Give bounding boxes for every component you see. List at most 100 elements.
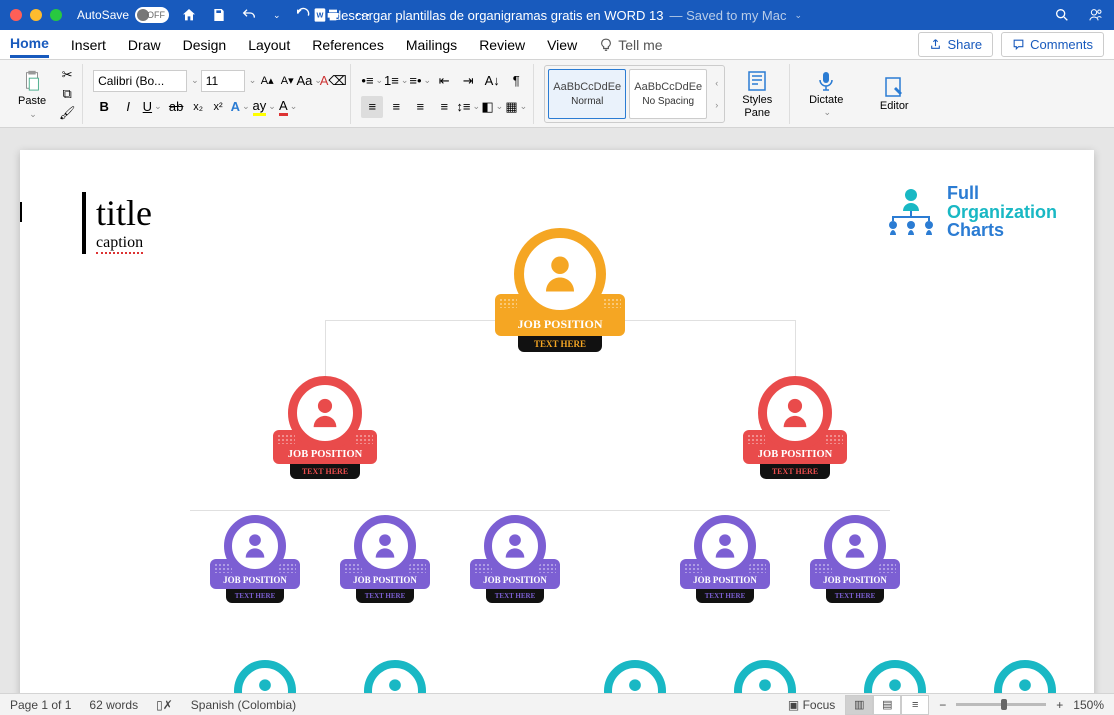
font-size-select[interactable] [201, 70, 245, 92]
decrease-indent-button[interactable]: ⇤ [433, 70, 455, 92]
zoom-slider[interactable] [956, 703, 1046, 706]
font-group: ⌄ ⌄ A▴ A▾ Aa⌄ A⌫ B I U⌄ ab x₂ x² A⌄ ay⌄ … [87, 64, 351, 124]
editor-button[interactable]: Editor [868, 65, 920, 123]
title-block[interactable]: title caption [82, 192, 152, 254]
org-node-l4[interactable] [980, 660, 1070, 693]
italic-button[interactable]: I [117, 96, 139, 118]
search-icon[interactable] [1054, 7, 1070, 23]
borders-button[interactable]: ▦⌄ [505, 96, 527, 118]
document-title[interactable]: W descargar plantillas de organigramas g… [312, 7, 802, 23]
show-marks-button[interactable]: ¶ [505, 70, 527, 92]
subscript-button[interactable]: x₂ [189, 98, 207, 116]
tab-view[interactable]: View [547, 33, 577, 57]
superscript-button[interactable]: x² [209, 98, 227, 116]
decrease-font-button[interactable]: A▾ [278, 72, 296, 90]
tab-design[interactable]: Design [183, 33, 227, 57]
doc-caption-text[interactable]: caption [96, 234, 143, 254]
focus-mode-button[interactable]: ▣ Focus [788, 698, 835, 712]
undo-dropdown-icon[interactable]: ⌄ [273, 10, 281, 21]
tab-references[interactable]: References [312, 33, 384, 57]
dictate-button[interactable]: Dictate ⌄ [800, 65, 852, 123]
zoom-level[interactable]: 150% [1073, 698, 1104, 712]
bold-button[interactable]: B [93, 96, 115, 118]
minimize-window-button[interactable] [30, 9, 42, 21]
zoom-out-button[interactable]: − [939, 698, 946, 712]
underline-button[interactable]: U⌄ [141, 96, 163, 118]
align-left-button[interactable]: ≡ [361, 96, 383, 118]
increase-indent-button[interactable]: ⇥ [457, 70, 479, 92]
comments-button[interactable]: Comments [1001, 32, 1104, 57]
outline-view-button[interactable]: ≡ [901, 695, 929, 715]
style-no-spacing[interactable]: AaBbCcDdEe No Spacing [629, 69, 707, 119]
sort-button[interactable]: A↓ [481, 70, 503, 92]
undo-icon[interactable] [241, 7, 257, 23]
org-node-l4[interactable] [850, 660, 940, 693]
web-layout-view-button[interactable]: ▤ [873, 695, 901, 715]
org-node-l3[interactable]: JOB POSITION TEXT HERE [810, 515, 900, 603]
org-node-l4[interactable] [350, 660, 440, 693]
shading-button[interactable]: ◧⌄ [481, 96, 503, 118]
format-painter-button[interactable]: 🖌 [58, 105, 76, 121]
style-normal[interactable]: AaBbCcDdEe Normal [548, 69, 626, 119]
org-node-top[interactable]: JOB POSITION TEXT HERE [495, 228, 625, 352]
change-case-button[interactable]: Aa⌄ [298, 70, 320, 92]
account-icon[interactable] [1088, 7, 1104, 23]
styles-scroll-right[interactable]: › [715, 100, 718, 110]
org-node-l2[interactable]: JOB POSITION TEXT HERE [743, 376, 847, 479]
styles-pane-button[interactable]: Styles Pane [731, 65, 783, 123]
paste-dropdown-icon[interactable]: ⌄ [29, 109, 37, 120]
copy-button[interactable]: ⧉ [58, 86, 76, 102]
styles-scroll-left[interactable]: ‹ [715, 78, 718, 88]
page-indicator[interactable]: Page 1 of 1 [10, 698, 71, 712]
word-count[interactable]: 62 words [89, 698, 138, 712]
share-label: Share [947, 37, 982, 52]
tab-insert[interactable]: Insert [71, 33, 106, 57]
org-node-l4[interactable] [720, 660, 810, 693]
language-indicator[interactable]: Spanish (Colombia) [191, 698, 296, 712]
doc-title-text[interactable]: title [96, 192, 152, 234]
document-canvas[interactable]: title caption Full Organization Charts [0, 128, 1114, 693]
clear-formatting-button[interactable]: A⌫ [322, 70, 344, 92]
print-layout-view-button[interactable]: ▥ [845, 695, 873, 715]
spellcheck-icon[interactable]: ▯✗ [156, 698, 173, 712]
strikethrough-button[interactable]: ab [165, 96, 187, 118]
align-center-button[interactable]: ≡ [385, 96, 407, 118]
home-icon[interactable] [181, 7, 197, 23]
tab-mailings[interactable]: Mailings [406, 33, 457, 57]
page[interactable]: title caption Full Organization Charts [20, 150, 1094, 693]
redo-icon[interactable] [295, 7, 311, 23]
org-node-l3[interactable]: JOB POSITION TEXT HERE [340, 515, 430, 603]
doc-title-dropdown-icon[interactable]: ⌄ [795, 10, 803, 21]
close-window-button[interactable] [10, 9, 22, 21]
paste-button[interactable]: Paste ⌄ [14, 65, 50, 122]
autosave-control[interactable]: AutoSave OFF [77, 7, 169, 23]
org-node-l4[interactable] [220, 660, 310, 693]
tab-review[interactable]: Review [479, 33, 525, 57]
bullets-button[interactable]: •≡⌄ [361, 70, 383, 92]
tab-draw[interactable]: Draw [128, 33, 161, 57]
text-effects-button[interactable]: A⌄ [229, 96, 251, 118]
org-node-l3[interactable]: JOB POSITION TEXT HERE [210, 515, 300, 603]
autosave-toggle[interactable]: OFF [135, 7, 169, 23]
maximize-window-button[interactable] [50, 9, 62, 21]
align-right-button[interactable]: ≡ [409, 96, 431, 118]
tab-home[interactable]: Home [10, 31, 49, 58]
org-node-l2[interactable]: JOB POSITION TEXT HERE [273, 376, 377, 479]
font-name-select[interactable] [93, 70, 187, 92]
line-spacing-button[interactable]: ↕≡⌄ [457, 96, 479, 118]
numbering-button[interactable]: 1≡⌄ [385, 70, 407, 92]
tab-layout[interactable]: Layout [248, 33, 290, 57]
share-button[interactable]: Share [918, 32, 993, 57]
org-node-l4[interactable] [590, 660, 680, 693]
tell-me[interactable]: Tell me [599, 33, 662, 57]
cut-button[interactable]: ✂ [58, 67, 76, 83]
increase-font-button[interactable]: A▴ [258, 72, 276, 90]
zoom-in-button[interactable]: + [1056, 698, 1063, 712]
save-icon[interactable] [211, 7, 227, 23]
highlight-button[interactable]: ay⌄ [253, 96, 275, 118]
justify-button[interactable]: ≡ [433, 96, 455, 118]
org-node-l3[interactable]: JOB POSITION TEXT HERE [470, 515, 560, 603]
multilevel-list-button[interactable]: ≡•⌄ [409, 70, 431, 92]
org-node-l3[interactable]: JOB POSITION TEXT HERE [680, 515, 770, 603]
font-color-button[interactable]: A⌄ [277, 96, 299, 118]
